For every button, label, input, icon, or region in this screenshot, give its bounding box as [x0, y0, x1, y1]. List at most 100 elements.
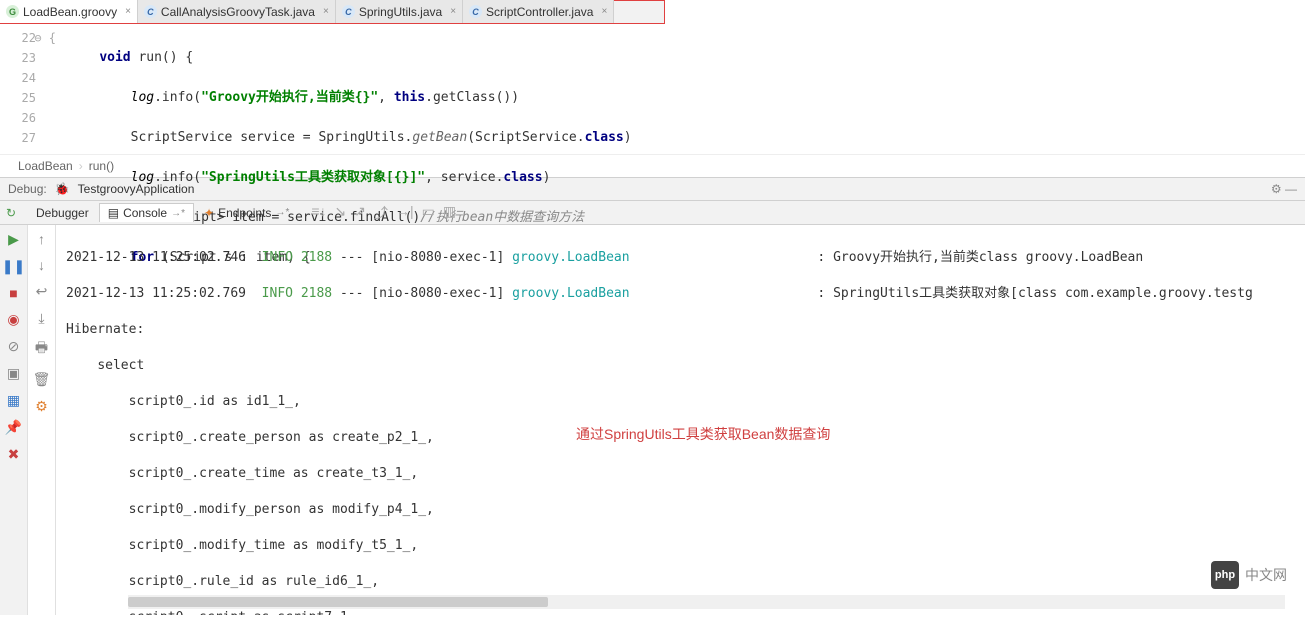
- step-into-icon[interactable]: ↘: [335, 203, 347, 223]
- pin-icon[interactable]: →*: [171, 208, 185, 219]
- ts: 2021-12-13 11:25:02.769: [66, 286, 246, 301]
- endpoints-icon: ✦: [204, 206, 214, 220]
- clear-icon[interactable]: 🗑: [33, 371, 51, 388]
- java-icon: C: [469, 5, 482, 18]
- txt: ): [543, 170, 551, 185]
- run-to-cursor-icon[interactable]: →|: [396, 203, 414, 223]
- close-icon[interactable]: ×: [125, 6, 131, 17]
- kw: class: [503, 170, 542, 185]
- more-icon[interactable]: ▥: [443, 203, 456, 223]
- sql: script0_.script as script7_1_,: [129, 610, 364, 615]
- console-gutter: ↑ ↓ ↩ ⤓ 🖶 🗑 ⚙: [28, 225, 56, 615]
- debug-actions: ≡↓ ↘ ↗ ⤴ →| ▭ ▥: [311, 203, 456, 223]
- pid: 2188: [301, 250, 332, 265]
- run-gutter: ▶ ❚❚ ■ ◉ ⊘ ▣ ▦ 📌 ✖: [0, 225, 28, 615]
- editor-tabs: GLoadBean.groovy× CCallAnalysisGroovyTas…: [0, 0, 665, 24]
- line-num: 22: [0, 28, 36, 48]
- txt: .getClass()): [425, 90, 519, 105]
- fold-icon[interactable]: ⊖ {: [34, 28, 56, 48]
- cls: groovy.LoadBean: [512, 286, 629, 301]
- col: :: [817, 250, 825, 265]
- line-num: 26: [0, 108, 36, 128]
- print-icon[interactable]: 🖶: [35, 337, 48, 361]
- tab-label: CallAnalysisGroovyTask.java: [161, 5, 315, 19]
- wrap-icon[interactable]: ↩: [36, 283, 48, 300]
- pid: 2188: [301, 286, 332, 301]
- rerun-icon[interactable]: ↻: [6, 206, 16, 220]
- gutter: ⊖ { 22 23 24 25 26 27: [0, 24, 60, 154]
- sql: script0_.create_time as create_t3_1_,: [129, 466, 419, 481]
- txt: ,: [378, 90, 394, 105]
- txt: , service.: [425, 170, 503, 185]
- drop-frame-icon[interactable]: ⤴: [374, 203, 388, 223]
- tab-label: SpringUtils.java: [359, 5, 442, 19]
- code-area[interactable]: void run() { log.info("Groovy开始执行,当前类{}"…: [60, 24, 1305, 154]
- crumb-item[interactable]: LoadBean: [18, 159, 73, 173]
- th: [nio-8080-exec-1]: [371, 250, 504, 265]
- tab-loadbean[interactable]: GLoadBean.groovy×: [0, 0, 138, 23]
- str: "SpringUtils工具类获取对象[{}]": [201, 170, 425, 185]
- gear-icon[interactable]: ⚙ —: [1271, 182, 1297, 196]
- debug-output: ▶ ❚❚ ■ ◉ ⊘ ▣ ▦ 📌 ✖ ↑ ↓ ↩ ⤓ 🖶 🗑 ⚙ 2021-12…: [0, 225, 1305, 615]
- stop-icon[interactable]: ■: [9, 285, 17, 301]
- sql: Hibernate:: [66, 321, 1305, 339]
- msg: Groovy开始执行,当前类class groovy.LoadBean: [833, 250, 1143, 265]
- tab-endpoints[interactable]: ✦ Endpoints →*: [196, 204, 297, 222]
- scroll-thumb[interactable]: [128, 597, 548, 607]
- resume-icon[interactable]: ▶: [8, 231, 19, 248]
- close-icon[interactable]: ×: [450, 6, 456, 17]
- watermark: php 中文网: [1211, 561, 1287, 589]
- settings-icon[interactable]: ▦: [7, 392, 20, 409]
- down-icon[interactable]: ↓: [38, 257, 45, 273]
- scroll-icon[interactable]: ⤓: [38, 310, 44, 327]
- txt: ): [624, 130, 632, 145]
- step-over-icon[interactable]: ≡↓: [311, 203, 326, 223]
- h-scrollbar[interactable]: [128, 595, 1285, 609]
- sql: script0_.modify_person as modify_p4_1_,: [129, 502, 434, 517]
- tab-label: Endpoints: [218, 206, 271, 220]
- sep: ---: [340, 250, 363, 265]
- line-num: 24: [0, 68, 36, 88]
- kw: this: [394, 90, 425, 105]
- pin-icon[interactable]: →*: [275, 207, 289, 218]
- pause-icon[interactable]: ❚❚: [2, 258, 25, 275]
- crumb-item[interactable]: run(): [89, 159, 114, 173]
- close-icon[interactable]: ✖: [8, 446, 20, 463]
- cls: groovy.LoadBean: [512, 250, 629, 265]
- chevron-right-icon: ›: [79, 159, 83, 173]
- console-output[interactable]: 2021-12-13 11:25:02.746 INFO 2188 --- [n…: [56, 225, 1305, 615]
- debug-config-name[interactable]: TestgroovyApplication: [78, 182, 195, 196]
- mute-icon[interactable]: ⊘: [8, 338, 20, 355]
- msg: SpringUtils工具类获取对象[class com.example.gro…: [833, 286, 1253, 301]
- tab-label: Debugger: [36, 206, 89, 220]
- debug-label: Debug:: [8, 182, 47, 196]
- tab-callanalysis[interactable]: CCallAnalysisGroovyTask.java×: [138, 0, 336, 23]
- tab-scriptcontroller[interactable]: CScriptController.java×: [463, 0, 614, 23]
- evaluate-icon[interactable]: ▭: [422, 203, 435, 223]
- filter-icon[interactable]: ⚙: [35, 398, 48, 415]
- tab-console[interactable]: ▤ Console →*: [99, 203, 194, 222]
- bug-icon: 🐞: [55, 182, 70, 196]
- console-icon: ▤: [108, 206, 119, 220]
- pin-icon[interactable]: 📌: [5, 419, 22, 436]
- breakpoints-icon[interactable]: ◉: [7, 311, 19, 328]
- layout-icon[interactable]: ▣: [7, 365, 20, 382]
- code-editor[interactable]: ⊖ { 22 23 24 25 26 27 void run() { log.i…: [0, 24, 1305, 154]
- tab-label: LoadBean.groovy: [23, 5, 117, 19]
- annotation-overlay: 通过SpringUtils工具类获取Bean数据查询: [576, 425, 830, 443]
- tab-debugger[interactable]: Debugger: [28, 204, 97, 222]
- line-num: 27: [0, 128, 36, 148]
- lvl: INFO: [262, 250, 293, 265]
- mth: getBean: [412, 130, 467, 145]
- step-out-icon[interactable]: ↗: [354, 203, 366, 223]
- close-icon[interactable]: ×: [601, 6, 607, 17]
- line-num: 25: [0, 88, 36, 108]
- line-num: 23: [0, 48, 36, 68]
- close-icon[interactable]: ×: [323, 6, 329, 17]
- txt: ScriptService service = SpringUtils.: [131, 130, 413, 145]
- tab-springutils[interactable]: CSpringUtils.java×: [336, 0, 463, 23]
- up-icon[interactable]: ↑: [38, 231, 45, 247]
- kw: void: [99, 50, 130, 65]
- fld: log: [131, 90, 154, 105]
- tab-label: Console: [123, 206, 167, 220]
